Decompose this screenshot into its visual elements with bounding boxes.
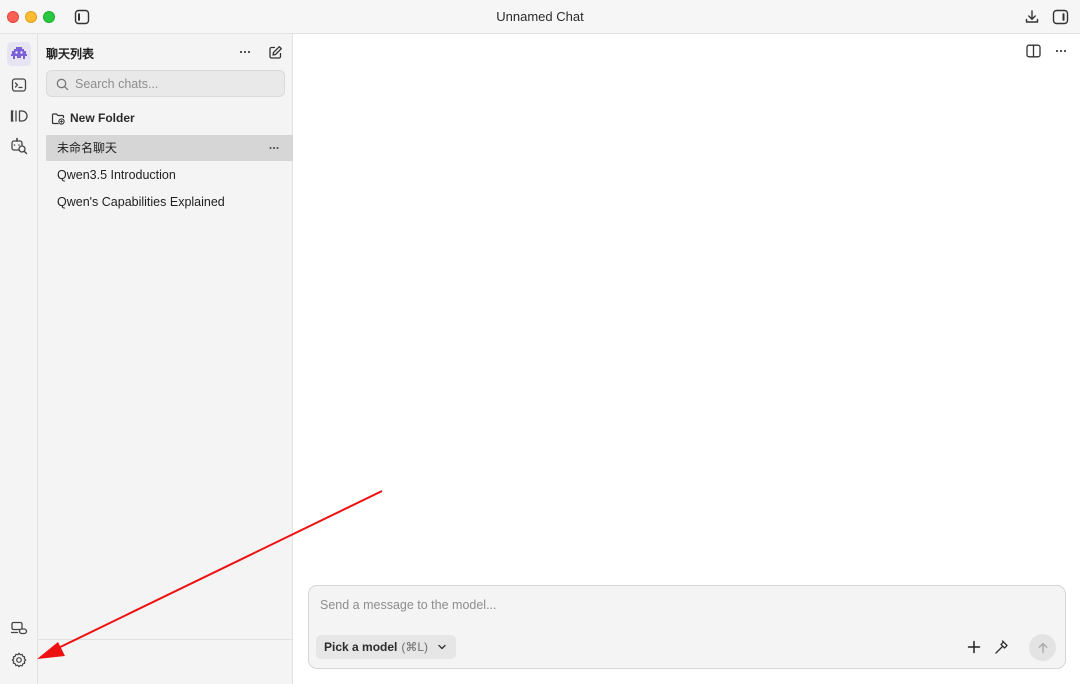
model-picker-button[interactable]: Pick a model (⌘L) <box>316 635 457 659</box>
rail-developer-button[interactable] <box>7 73 31 97</box>
plus-icon <box>967 640 981 654</box>
more-horizontal-icon <box>1055 49 1067 53</box>
split-view-icon <box>1025 44 1041 58</box>
new-folder-label: New Folder <box>70 111 135 125</box>
message-input[interactable] <box>320 598 1050 618</box>
window-title: Unnamed Chat <box>496 9 584 24</box>
model-picker-label: Pick a model <box>324 640 398 654</box>
hammer-icon <box>994 639 1008 654</box>
attach-button[interactable] <box>965 638 983 656</box>
library-icon <box>10 110 28 122</box>
chat-list-sidebar: 聊天列表 New Folder 未命名聊天 Qwen3.5 Int <box>38 34 293 684</box>
new-chat-button[interactable] <box>265 42 285 62</box>
toggle-right-panel-button[interactable] <box>1050 7 1070 27</box>
chat-more-button[interactable] <box>1052 42 1070 60</box>
sidebar-title: 聊天列表 <box>46 47 95 61</box>
terminal-icon <box>11 78 27 92</box>
devices-icon <box>10 621 28 635</box>
compose-icon <box>268 45 282 59</box>
chat-options-icon[interactable] <box>268 142 280 154</box>
split-view-button[interactable] <box>1024 42 1042 60</box>
right-panel-icon <box>1052 9 1068 25</box>
search-input[interactable] <box>75 76 275 92</box>
chat-list-item-label: Qwen3.5 Introduction <box>57 168 176 182</box>
title-bar: Unnamed Chat <box>0 0 1080 34</box>
more-horizontal-icon <box>239 50 251 54</box>
model-picker-shortcut: (⌘L) <box>401 640 429 654</box>
download-button[interactable] <box>1022 7 1042 27</box>
settings-button[interactable] <box>7 648 31 672</box>
rail-models-button[interactable] <box>7 104 31 128</box>
sidebar-more-button[interactable] <box>236 43 254 61</box>
search-box <box>46 70 285 97</box>
settings-icon <box>11 652 27 668</box>
sidebar-divider <box>38 639 293 640</box>
arrow-up-icon <box>1038 642 1047 653</box>
chat-list-item[interactable]: Qwen3.5 Introduction <box>46 162 293 188</box>
model-search-icon <box>11 137 28 155</box>
app-logo-icon <box>11 47 27 59</box>
download-icon <box>1025 10 1039 23</box>
chat-list-item-label: Qwen's Capabilities Explained <box>57 195 225 209</box>
icon-rail <box>0 34 38 684</box>
chevron-down-icon <box>438 644 446 650</box>
rail-devices-button[interactable] <box>7 616 31 640</box>
search-icon <box>56 78 69 91</box>
new-folder-button[interactable]: New Folder <box>51 109 135 127</box>
message-composer: Pick a model (⌘L) <box>308 585 1066 669</box>
chat-list-item-label: 未命名聊天 <box>57 141 118 155</box>
rail-chat-button[interactable] <box>7 42 31 66</box>
rail-discover-button[interactable] <box>7 134 31 158</box>
chat-list-item[interactable]: Qwen's Capabilities Explained <box>46 189 293 215</box>
chat-list-item[interactable]: 未命名聊天 <box>46 135 293 161</box>
new-folder-icon <box>51 112 65 125</box>
send-button[interactable] <box>1029 634 1056 661</box>
tools-button[interactable] <box>992 638 1010 656</box>
chat-main-area: Pick a model (⌘L) <box>294 34 1080 684</box>
